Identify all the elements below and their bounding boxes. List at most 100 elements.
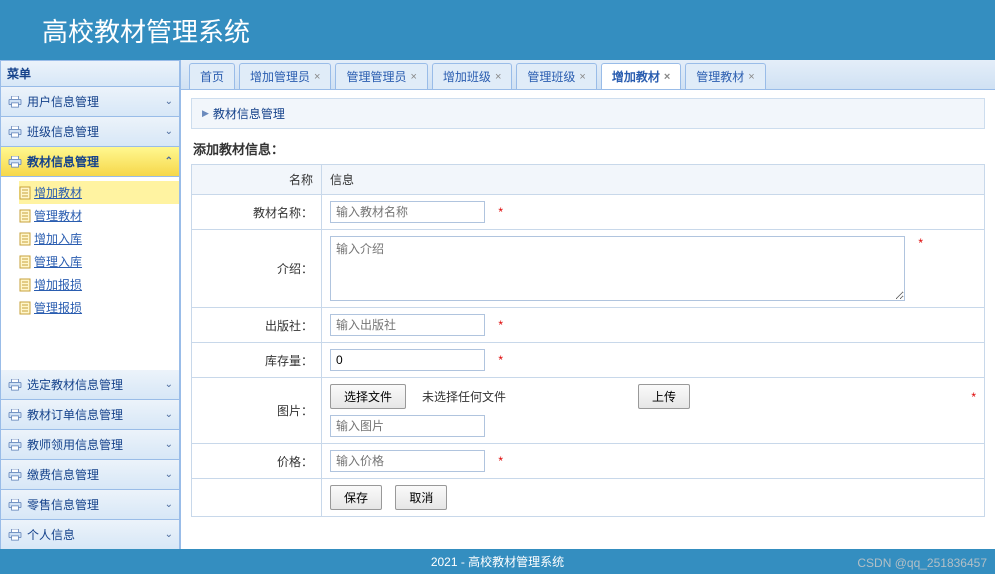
label-intro: 介绍： <box>192 230 322 308</box>
tab-add-textbook[interactable]: 增加教材 × <box>601 63 681 89</box>
close-icon[interactable]: × <box>314 71 320 83</box>
close-icon[interactable]: × <box>410 71 416 83</box>
sidebar-item-label: 教材订单信息管理 <box>27 406 123 423</box>
watermark: CSDN @qq_251836457 <box>857 556 987 570</box>
submenu-link[interactable]: 增加入库 <box>34 230 82 247</box>
sidebar-item-label: 选定教材信息管理 <box>27 376 123 393</box>
header-name: 名称 <box>192 165 322 195</box>
row-name: 教材名称： * <box>192 195 985 230</box>
required-mark: * <box>498 205 503 219</box>
sidebar-item-fees[interactable]: 缴费信息管理 ⌄ <box>0 460 180 490</box>
tab-manage-class[interactable]: 管理班级 × <box>516 63 596 89</box>
stock-input[interactable] <box>330 349 485 371</box>
price-input[interactable] <box>330 450 485 472</box>
submenu-link[interactable]: 增加教材 <box>34 184 82 201</box>
image-input[interactable] <box>330 415 485 437</box>
document-icon <box>19 209 31 223</box>
sidebar-submenu: 增加教材 管理教材 增加入库 管理入库 增加报损 管理报损 <box>0 177 180 370</box>
header-info: 信息 <box>322 165 985 195</box>
submenu-item-add-textbook[interactable]: 增加教材 <box>19 181 179 204</box>
submenu-link[interactable]: 管理报损 <box>34 299 82 316</box>
sidebar-item-selected[interactable]: 选定教材信息管理 ⌄ <box>0 370 180 400</box>
label-name: 教材名称： <box>192 195 322 230</box>
required-mark: * <box>918 236 923 250</box>
submenu-item[interactable]: 增加报损 <box>19 273 179 296</box>
tab-manage-textbook[interactable]: 管理教材× <box>685 63 765 89</box>
chevron-down-icon: ⌄ <box>165 469 173 480</box>
submenu-item[interactable]: 管理入库 <box>19 250 179 273</box>
row-price: 价格： * <box>192 444 985 479</box>
sidebar-item-label: 教师领用信息管理 <box>27 436 123 453</box>
submenu-link[interactable]: 管理教材 <box>34 207 82 224</box>
no-file-label: 未选择任何文件 <box>422 388 506 405</box>
submenu-link[interactable]: 增加报损 <box>34 276 82 293</box>
chevron-up-icon: ⌃ <box>165 156 173 167</box>
choose-file-button[interactable]: 选择文件 <box>330 384 406 409</box>
save-button[interactable]: 保存 <box>330 485 382 510</box>
chevron-down-icon: ⌄ <box>165 409 173 420</box>
tab-label: 管理管理员 <box>346 68 406 85</box>
submenu-link[interactable]: 管理入库 <box>34 253 82 270</box>
printer-icon <box>7 155 23 169</box>
printer-icon <box>7 438 23 452</box>
sidebar-item-label: 班级信息管理 <box>27 123 99 140</box>
sidebar-item-label: 缴费信息管理 <box>27 466 99 483</box>
publisher-input[interactable] <box>330 314 485 336</box>
breadcrumb-text: 教材信息管理 <box>213 105 285 122</box>
sidebar-item-users[interactable]: 用户信息管理 ⌄ <box>0 87 180 117</box>
sidebar-item-textbook[interactable]: 教材信息管理 ⌃ <box>0 147 180 177</box>
label-price: 价格： <box>192 444 322 479</box>
tab-add-admin[interactable]: 增加管理员 × <box>239 63 331 89</box>
sidebar-item-orders[interactable]: 教材订单信息管理 ⌄ <box>0 400 180 430</box>
required-mark: * <box>498 318 503 332</box>
sidebar-item-label: 教材信息管理 <box>27 153 99 170</box>
upload-button[interactable]: 上传 <box>638 384 690 409</box>
submenu-item[interactable]: 增加入库 <box>19 227 179 250</box>
intro-textarea[interactable] <box>330 236 905 301</box>
tab-add-class[interactable]: 增加班级× <box>432 63 512 89</box>
document-icon <box>19 301 31 315</box>
label-image: 图片： <box>192 378 322 444</box>
tab-label: 增加教材 <box>612 68 660 85</box>
sidebar-title: 菜单 <box>0 60 180 87</box>
tab-label: 首页 <box>200 68 224 85</box>
sidebar-item-retail[interactable]: 零售信息管理 ⌄ <box>0 490 180 520</box>
required-mark: * <box>971 390 976 404</box>
close-icon[interactable]: × <box>748 71 754 83</box>
chevron-down-icon: ⌄ <box>165 499 173 510</box>
sidebar-item-teacher[interactable]: 教师领用信息管理 ⌄ <box>0 430 180 460</box>
sidebar-item-label: 零售信息管理 <box>27 496 99 513</box>
label-publisher: 出版社： <box>192 308 322 343</box>
form-title: 添加教材信息： <box>193 139 983 158</box>
submenu-item[interactable]: 管理报损 <box>19 296 179 319</box>
printer-icon <box>7 378 23 392</box>
tab-label: 管理班级 <box>527 68 575 85</box>
name-input[interactable] <box>330 201 485 223</box>
app-title: 高校教材管理系统 <box>42 12 250 49</box>
chevron-down-icon: ⌄ <box>165 96 173 107</box>
printer-icon <box>7 468 23 482</box>
close-icon[interactable]: × <box>579 71 585 83</box>
sidebar-item-classes[interactable]: 班级信息管理 ⌄ <box>0 117 180 147</box>
sidebar-item-label: 个人信息 <box>27 526 75 543</box>
triangle-icon: ▶ <box>202 108 209 119</box>
close-icon[interactable]: × <box>664 71 670 83</box>
cancel-button[interactable]: 取消 <box>395 485 447 510</box>
document-icon <box>19 255 31 269</box>
label-stock: 库存量： <box>192 343 322 378</box>
tab-manage-admin[interactable]: 管理管理员 × <box>335 63 427 89</box>
tab-label: 增加管理员 <box>250 68 310 85</box>
row-image: 图片： 选择文件 未选择任何文件 上传 * <box>192 378 985 444</box>
chevron-down-icon: ⌄ <box>165 379 173 390</box>
tab-home[interactable]: 首页 <box>189 63 235 89</box>
close-icon[interactable]: × <box>495 71 501 83</box>
breadcrumb: ▶ 教材信息管理 <box>191 98 985 129</box>
sidebar-item-profile[interactable]: 个人信息 ⌄ <box>0 520 180 550</box>
footer: 2021 - 高校教材管理系统 <box>0 549 995 574</box>
document-icon <box>19 278 31 292</box>
main-layout: 菜单 用户信息管理 ⌄ 班级信息管理 ⌄ 教材信息管理 ⌃ 增加教材 管理教材 <box>0 60 995 550</box>
submenu-item[interactable]: 管理教材 <box>19 204 179 227</box>
table-header-row: 名称 信息 <box>192 165 985 195</box>
tab-bar: 首页 增加管理员 × 管理管理员 × 增加班级× 管理班级 × 增加教材 × 管理教材× <box>181 60 995 90</box>
row-publisher: 出版社： * <box>192 308 985 343</box>
